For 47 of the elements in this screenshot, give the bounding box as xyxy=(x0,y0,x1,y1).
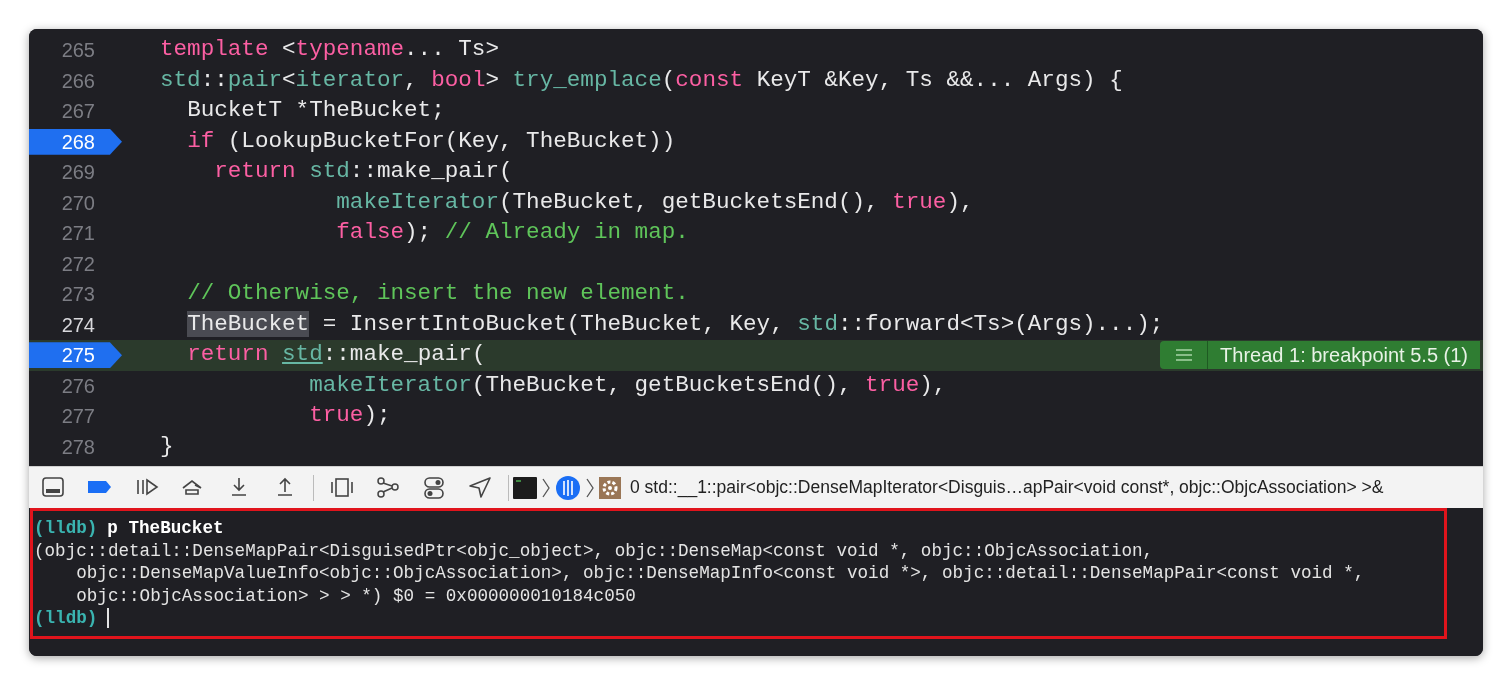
breakpoint-marker[interactable]: 275 xyxy=(29,342,122,369)
code-line: std::pair<iterator, bool> try_emplace(const KeyT &Key, Ts &&... Args) { xyxy=(160,65,1123,95)
line-number[interactable]: 274 xyxy=(29,311,122,338)
thread-icon[interactable] xyxy=(555,474,581,501)
line-number[interactable]: 267 xyxy=(29,98,122,125)
code-line: false); // Already in map. xyxy=(335,218,689,248)
console-output: objc::ObjcAssociation> > > *) $0 = 0x000000010184c050 xyxy=(75,584,636,607)
line-number[interactable]: 273 xyxy=(29,281,122,308)
breakpoint-marker[interactable]: 268 xyxy=(29,128,122,155)
code-line: return std::make_pair( xyxy=(186,340,486,370)
location-arrow-icon[interactable] xyxy=(468,475,492,500)
console-output: (objc::detail::DenseMapPair<DisguisedPtr<objc_object>, objc::DenseMap<const void *, objc::ObjcAssociation, xyxy=(34,539,1154,562)
line-number[interactable]: 266 xyxy=(29,67,122,94)
menu-icon xyxy=(1175,349,1192,362)
line-number[interactable]: 269 xyxy=(29,159,122,186)
line-number[interactable]: 278 xyxy=(29,433,122,460)
console-prompt: (lldb) xyxy=(34,607,98,630)
code-line: TheBucket = InsertIntoBucket(TheBucket, Key, std::forward<Ts>(Args)...); xyxy=(186,309,1164,339)
chevron-icon xyxy=(542,477,550,498)
line-number[interactable]: 271 xyxy=(29,220,122,247)
code-line: makeIterator(TheBucket, getBucketsEnd(), true), xyxy=(308,370,947,400)
code-line: return std::make_pair( xyxy=(213,157,513,187)
code-line: // Otherwise, insert the new element. xyxy=(186,279,689,309)
code-line: template <typename... Ts> xyxy=(160,35,499,65)
view-debugger-icon[interactable] xyxy=(330,475,354,500)
line-number[interactable]: 272 xyxy=(29,250,122,277)
chevron-icon xyxy=(586,477,594,498)
console-toggle-icon[interactable] xyxy=(41,475,65,500)
gear-icon[interactable] xyxy=(599,476,621,499)
console-prompt: (lldb) xyxy=(34,517,98,540)
line-number[interactable]: 265 xyxy=(29,37,122,64)
line-number[interactable]: 270 xyxy=(29,189,122,216)
code-line: BucketT *TheBucket; xyxy=(186,96,445,126)
line-number[interactable]: 276 xyxy=(29,372,122,399)
terminal-icon[interactable] xyxy=(513,476,537,499)
console-output: objc::DenseMapValueInfo<objc::ObjcAssociation>, objc::DenseMapInfo<const void *>, objc::detail::DenseMapPair<const void *, xyxy=(75,562,1365,585)
console-command: p TheBucket xyxy=(107,517,224,540)
toggles-icon[interactable] xyxy=(422,475,446,500)
code-line: } xyxy=(160,431,174,461)
code-line: makeIterator(TheBucket, getBucketsEnd(), true), xyxy=(335,187,974,217)
code-line: true); xyxy=(308,401,391,431)
line-number[interactable]: 277 xyxy=(29,403,122,430)
breakpoint-badge[interactable]: Thread 1: breakpoint 5.5 (1) xyxy=(1160,341,1480,370)
stack-frame-label[interactable]: 0 std::__1::pair<objc::DenseMapIterator<Disguis…apPair<void const*, objc::ObjcAssociation> >& xyxy=(630,474,1384,501)
graph-icon[interactable] xyxy=(376,475,400,500)
code-line: if (LookupBucketFor(Key, TheBucket)) xyxy=(186,126,676,156)
text-cursor xyxy=(107,608,110,629)
